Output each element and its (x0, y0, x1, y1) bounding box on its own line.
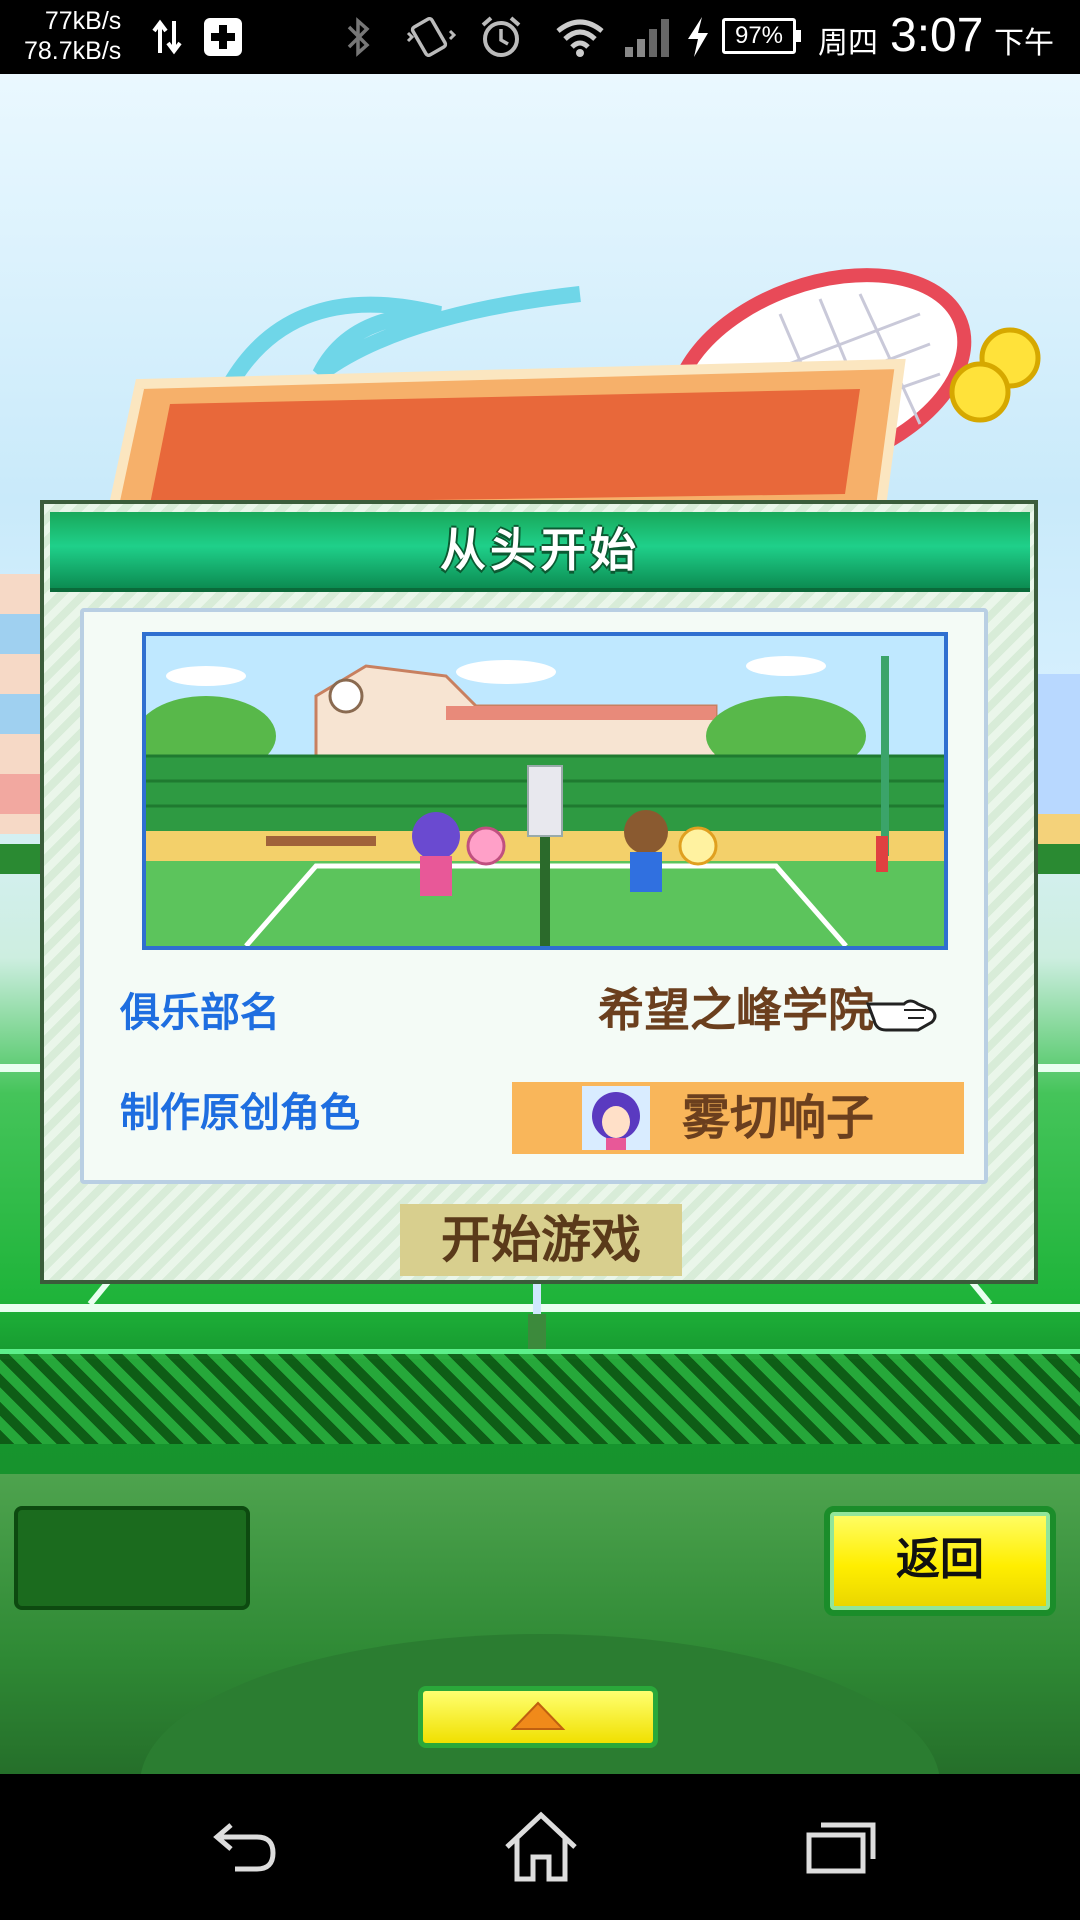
character-name: 雾切响子 (682, 1090, 875, 1146)
home-icon[interactable] (486, 1802, 596, 1892)
character-selector[interactable]: 雾切响子 (512, 1082, 964, 1154)
clock-time: 3:07 (890, 9, 984, 62)
back-button[interactable]: 返回 (824, 1506, 1056, 1616)
bluetooth-icon (338, 12, 378, 62)
pointing-hand-icon (864, 990, 940, 1044)
charging-icon (682, 12, 714, 62)
recents-icon[interactable] (786, 1802, 896, 1892)
battery-icon: 97% (722, 18, 801, 54)
ampm: 下午 (994, 26, 1054, 61)
club-name-value[interactable]: 希望之峰学院 (598, 974, 874, 1040)
vibrate-icon (402, 12, 458, 62)
info-panel (14, 1506, 250, 1610)
club-name-label: 俱乐部名 (120, 990, 280, 1036)
dialog-content-panel: 俱乐部名 希望之峰学院 制作原创角色 雾切响子 (80, 608, 988, 1184)
court-scene-art (146, 636, 944, 946)
medical-plus-icon (200, 12, 246, 62)
network-speed: 77kB/s 78.7kB/s (24, 6, 121, 66)
wifi-icon (552, 12, 608, 62)
data-transfer-icon (150, 12, 184, 62)
back-icon[interactable] (186, 1802, 296, 1892)
net-download-speed: 77kB/s (44, 7, 122, 35)
game-screen: 从头开始 俱乐部名 希望之峰学院 制作原创角色 雾切响子 开始游戏 返回 (0, 74, 1080, 1774)
alarm-icon (474, 12, 528, 62)
net-upload-speed: 78.7kB/s (24, 37, 122, 65)
create-character-label: 制作原创角色 (120, 1090, 360, 1136)
tennis-net (0, 1354, 1080, 1444)
new-game-dialog: 从头开始 俱乐部名 希望之峰学院 制作原创角色 雾切响子 开始游戏 (40, 500, 1038, 1284)
tennis-court-illustration (142, 632, 948, 950)
dialog-title: 从头开始 (440, 523, 640, 577)
dialog-header: 从头开始 (50, 512, 1030, 592)
up-arrow-icon (510, 1701, 566, 1730)
character-avatar (582, 1086, 650, 1150)
navigation-bar (0, 1774, 1080, 1920)
weekday: 周四 (818, 26, 878, 61)
signal-icon (620, 12, 676, 62)
scroll-up-button[interactable] (418, 1686, 658, 1748)
start-game-button[interactable]: 开始游戏 (400, 1204, 682, 1276)
status-bar: 77kB/s 78.7kB/s 97% 周四 3:07 下午 (0, 0, 1080, 74)
